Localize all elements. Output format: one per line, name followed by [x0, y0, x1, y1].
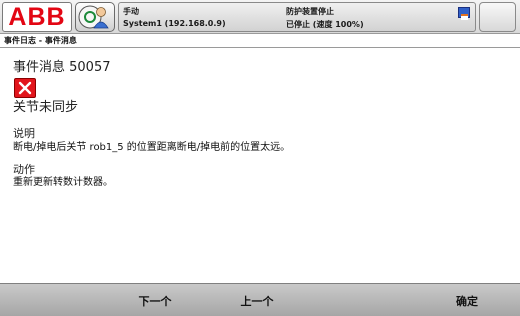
operator-button[interactable] [75, 2, 115, 32]
abb-menu-button[interactable]: ABB [2, 2, 72, 32]
system-name: System1 (192.168.0.9) [123, 19, 226, 28]
controller-state: 已停止 (速度 100%) [286, 20, 364, 29]
operating-mode: 手动 [123, 7, 139, 16]
close-button[interactable] [479, 2, 516, 32]
operator-user-icon [78, 5, 109, 29]
window-title: 事件日志 - 事件消息 [0, 35, 520, 48]
abb-logo: ABB [8, 2, 66, 31]
error-x-icon [14, 78, 36, 98]
event-header: 事件消息 50057 [13, 60, 111, 75]
command-bar: 下一个 上一个 确定 [0, 283, 520, 316]
event-title: 关节未同步 [13, 100, 79, 115]
action-text: 重新更新转数计数器。 [13, 177, 113, 188]
status-panel[interactable]: 手动 System1 (192.168.0.9) 防护装置停止 已停止 (速度 … [118, 2, 476, 32]
guard-status: 防护装置停止 [286, 7, 334, 16]
description-text: 断电/掉电后关节 rob1_5 的位置距离断电/掉电前的位置太远。 [13, 142, 291, 153]
program-window-icon[interactable] [458, 7, 470, 20]
previous-button[interactable]: 上一个 [214, 284, 300, 316]
ok-button[interactable]: 确定 [424, 284, 510, 316]
top-banner: ABB 手动 System1 (192.168.0.9) 防护装置停止 已停止 … [0, 0, 520, 34]
next-button[interactable]: 下一个 [112, 284, 198, 316]
